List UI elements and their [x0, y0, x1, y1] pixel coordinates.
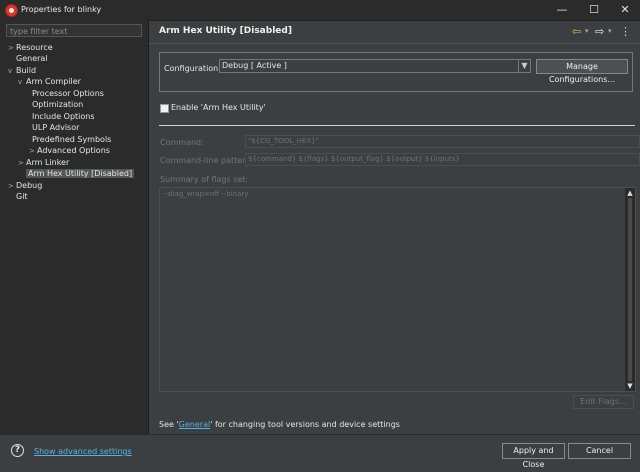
- summary-text: --diag_wrap=off --binary: [163, 190, 249, 198]
- navigation-tree-pane: type filter text > Resource General v Buil…: [0, 20, 149, 434]
- title-bar: Properties for blinky — ☐ ✕: [0, 0, 640, 21]
- scroll-down-icon[interactable]: ▼: [625, 381, 635, 391]
- section-separator: [159, 125, 635, 126]
- tree-item-label: Predefined Symbols: [32, 135, 112, 144]
- back-dropdown-icon[interactable]: ▾: [585, 26, 589, 37]
- configuration-value: Debug [ Active ]: [222, 61, 287, 70]
- tree-item-label: Arm Linker: [26, 158, 70, 167]
- tree-item-processor-options[interactable]: Processor Options: [32, 88, 104, 99]
- show-advanced-settings-link[interactable]: Show advanced settings: [34, 447, 132, 456]
- expand-arrow-icon[interactable]: >: [18, 158, 26, 169]
- tree-item-advanced-options[interactable]: > Advanced Options: [29, 145, 110, 156]
- cancel-button[interactable]: Cancel: [568, 443, 631, 459]
- tree-item-git[interactable]: Git: [8, 191, 28, 202]
- tree-item-label: Resource: [16, 43, 53, 52]
- configuration-select[interactable]: Debug [ Active ] ▼: [219, 59, 531, 73]
- close-button[interactable]: ✕: [610, 2, 640, 18]
- tree-item-label: Include Options: [32, 112, 95, 121]
- expand-arrow-icon[interactable]: >: [29, 146, 37, 157]
- collapse-arrow-icon[interactable]: v: [8, 66, 16, 77]
- tree-item-label: ULP Advisor: [32, 123, 80, 132]
- tree-item-arm-compiler[interactable]: v Arm Compiler: [18, 76, 81, 87]
- tree-item-label: Optimization: [32, 100, 84, 109]
- manage-configurations-button[interactable]: Manage Configurations...: [536, 59, 628, 84]
- summary-label: Summary of flags set:: [160, 175, 249, 184]
- maximize-button[interactable]: ☐: [579, 2, 609, 18]
- general-link[interactable]: General: [179, 420, 211, 429]
- tree-item-general[interactable]: General: [8, 53, 48, 64]
- command-field: "${CG_TOOL_HEX}": [245, 135, 640, 148]
- collapse-arrow-icon[interactable]: v: [18, 77, 26, 88]
- scroll-up-icon[interactable]: ▲: [625, 188, 635, 198]
- tree-item-label: Advanced Options: [37, 146, 110, 155]
- title-separator: [149, 43, 640, 44]
- back-arrow-icon[interactable]: ⇦: [572, 26, 581, 37]
- enable-label[interactable]: Enable 'Arm Hex Utility': [171, 103, 266, 112]
- forward-dropdown-icon[interactable]: ▾: [608, 26, 612, 37]
- tree-item-label: General: [16, 54, 48, 63]
- scroll-thumb[interactable]: [628, 198, 632, 381]
- vertical-scrollbar[interactable]: ▲ ▼: [625, 188, 635, 391]
- page-title: Arm Hex Utility [Disabled]: [159, 26, 292, 36]
- tree-item-label: Build: [16, 66, 37, 75]
- configuration-label: Configuration:: [164, 64, 221, 73]
- general-note: See 'General' for changing tool versions…: [159, 420, 400, 429]
- tree-item-arm-hex-utility[interactable]: Arm Hex Utility [Disabled]: [26, 168, 135, 179]
- tree-item-ulp-advisor[interactable]: ULP Advisor: [32, 122, 79, 133]
- tree-item-label: Debug: [16, 181, 43, 190]
- edit-flags-button: Edit Flags...: [573, 395, 634, 409]
- window-title: Properties for blinky: [21, 5, 102, 14]
- summary-textarea: --diag_wrap=off --binary ▲ ▼: [159, 187, 636, 392]
- command-label: Command:: [160, 138, 204, 147]
- chevron-down-icon[interactable]: ▼: [518, 60, 530, 72]
- apply-and-close-button[interactable]: Apply and Close: [502, 443, 565, 469]
- tree-item-include-options[interactable]: Include Options: [32, 111, 95, 122]
- help-icon[interactable]: ?: [11, 444, 24, 457]
- page-navigation: ⇦ ▾ ⇨ ▾ ⋮: [572, 26, 632, 38]
- tree-item-label: Processor Options: [32, 89, 104, 98]
- filter-input[interactable]: type filter text: [6, 24, 142, 37]
- tree-item-resource[interactable]: > Resource: [8, 42, 53, 53]
- menu-icon[interactable]: ⋮: [620, 26, 631, 37]
- tree-item-optimization[interactable]: Optimization: [32, 99, 83, 110]
- command-pattern-field: ${command} ${flags} ${output_flag} ${out…: [245, 153, 640, 166]
- general-note-prefix: See ': [159, 420, 179, 429]
- configuration-group: Configuration: Debug [ Active ] ▼ Manage…: [159, 52, 633, 92]
- property-page: Arm Hex Utility [Disabled] ⇦ ▾ ⇨ ▾ ⋮ Con…: [149, 20, 640, 434]
- tree-item-arm-linker[interactable]: > Arm Linker: [18, 157, 69, 168]
- tree-item-label: Arm Hex Utility [Disabled]: [26, 169, 135, 178]
- tree-item-debug[interactable]: > Debug: [8, 180, 42, 191]
- app-icon: [5, 4, 18, 17]
- dialog-footer: ? Show advanced settings Apply and Close…: [0, 434, 640, 469]
- forward-arrow-icon[interactable]: ⇨: [595, 26, 604, 37]
- minimize-button[interactable]: —: [547, 2, 577, 18]
- tree-item-label: Arm Compiler: [26, 77, 81, 86]
- enable-checkbox[interactable]: [160, 104, 169, 113]
- tree-item-label: Git: [16, 192, 28, 201]
- tree-item-predefined-symbols[interactable]: Predefined Symbols: [32, 134, 111, 145]
- tree-item-build[interactable]: v Build: [8, 65, 36, 76]
- command-pattern-label: Command-line pattern:: [160, 156, 254, 165]
- general-note-suffix: ' for changing tool versions and device …: [210, 420, 400, 429]
